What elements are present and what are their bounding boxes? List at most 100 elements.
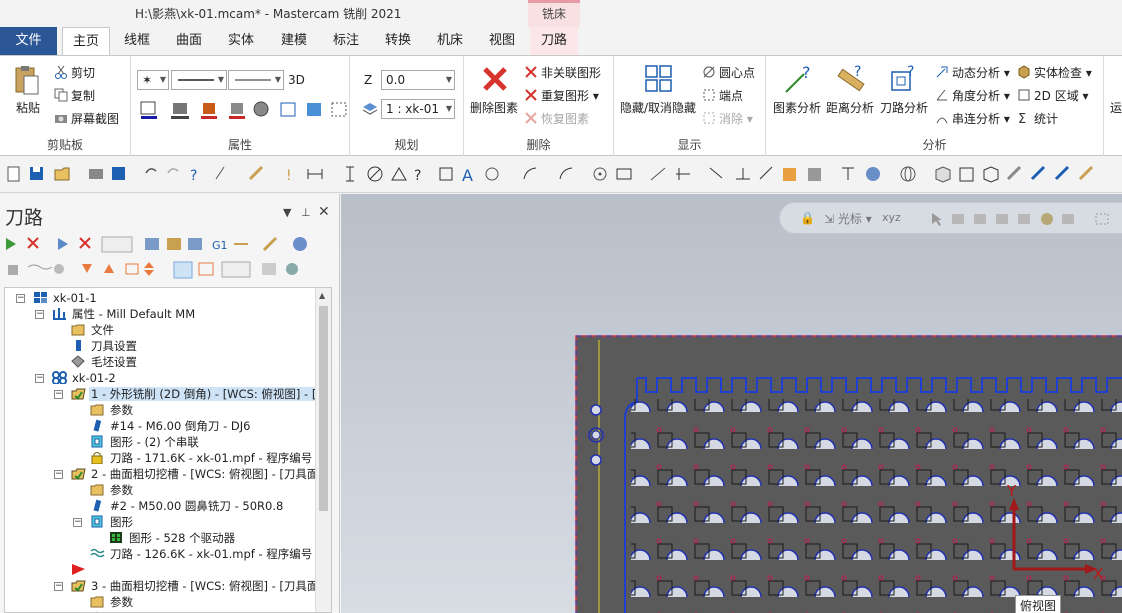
tree-item[interactable]: 属性 - Mill Default MM bbox=[52, 306, 197, 322]
delete-entities-button[interactable]: 删除图素 bbox=[470, 99, 518, 116]
lock-toolpath-icon bbox=[90, 451, 105, 465]
folder-icon bbox=[90, 403, 105, 416]
tree-collapse-icon[interactable]: − bbox=[73, 518, 82, 527]
tree-item[interactable]: 2 - 曲面粗切挖槽 - [WCS: 俯视图] - [刀具面: bbox=[71, 466, 324, 482]
level-select[interactable]: 1 : xk-01 ▼ bbox=[381, 99, 455, 119]
operation-icon bbox=[71, 579, 86, 592]
hide-unhide-button[interactable]: 隐藏/取消隐藏 bbox=[620, 99, 696, 116]
tab-home[interactable]: 主页 bbox=[62, 27, 110, 56]
tree-collapse-icon[interactable]: − bbox=[35, 310, 44, 319]
entity-analysis-icon[interactable]: ? bbox=[784, 63, 814, 94]
group-label-delete: 删除 bbox=[526, 138, 551, 152]
clear-button[interactable]: 消除 ▾ bbox=[702, 110, 753, 127]
tree-item-label: 参数 bbox=[110, 403, 133, 417]
delete-duplicate-button[interactable]: 重复图形 ▾ bbox=[524, 87, 599, 104]
tab-view[interactable]: 视图 bbox=[478, 27, 526, 55]
3d-toggle[interactable]: 3D bbox=[288, 73, 305, 87]
z-depth-input[interactable]: 0.0 ▼ bbox=[381, 70, 455, 90]
tree-item[interactable]: 参数 bbox=[90, 482, 135, 498]
tab-model-prep[interactable]: 建模 bbox=[270, 27, 318, 55]
svg-text:G1: G1 bbox=[212, 239, 228, 252]
tree-item[interactable]: 1 - 外形铣削 (2D 倒角) - [WCS: 俯视图] - [刀具面: bbox=[71, 386, 331, 402]
tab-surfaces[interactable]: 曲面 bbox=[165, 27, 213, 55]
tree-collapse-icon[interactable]: − bbox=[54, 582, 63, 591]
tree-item[interactable]: 刀具设置 bbox=[71, 338, 139, 354]
chain-analysis-button[interactable]: 串连分析 ▾ bbox=[935, 110, 1010, 127]
tree-collapse-icon[interactable]: − bbox=[54, 390, 63, 399]
screenshot-button[interactable]: 屏幕截图 bbox=[54, 110, 119, 127]
tree-item-label: 刀路 - 171.6K - xk-01.mpf - 程序编号 0 bbox=[110, 451, 324, 465]
tree-item-label: 图形 - 528 个驱动器 bbox=[129, 531, 236, 545]
area-2d-button[interactable]: 2D 区域 ▾ bbox=[1017, 87, 1089, 104]
tree-item[interactable]: xk-01-1 bbox=[33, 290, 99, 306]
statistics-button[interactable]: Σ 统计 bbox=[1017, 110, 1058, 127]
tree-item[interactable]: 图形 - (2) 个串联 bbox=[90, 434, 201, 450]
tree-item[interactable]: 参数 bbox=[90, 594, 135, 610]
tree-item[interactable]: 毛坯设置 bbox=[71, 354, 139, 370]
tree-item[interactable]: 刀路 - 171.6K - xk-01.mpf - 程序编号 0 bbox=[90, 450, 325, 466]
toolpaths-manager-panel: 刀路 ▼ ⊥ ✕ G1 xk-01-1 − 属性 - Mill Default … bbox=[0, 194, 340, 613]
nonassoc-label: 非关联图形 bbox=[541, 66, 602, 80]
panel-toolbar-row-1[interactable]: G1 bbox=[2, 234, 322, 256]
panel-menu-icon[interactable]: ▼ bbox=[283, 206, 291, 219]
endpoint-button[interactable]: 端点 bbox=[702, 87, 743, 104]
delete-x-icon[interactable] bbox=[480, 64, 510, 94]
tree-item[interactable]: 图形 bbox=[90, 514, 135, 530]
panel-toolbar-row-2[interactable] bbox=[2, 259, 322, 281]
angle-analysis-button[interactable]: 角度分析 ▾ bbox=[935, 87, 1010, 104]
tree-item[interactable]: xk-01-2 bbox=[52, 370, 118, 386]
folder-icon bbox=[71, 323, 86, 336]
tree-vertical-scrollbar[interactable]: ▲ bbox=[315, 288, 331, 612]
quick-toolbar-icons[interactable]: ? ! ? A bbox=[0, 157, 1122, 193]
paste-button[interactable]: 粘贴 bbox=[16, 99, 40, 116]
tree-collapse-icon[interactable]: − bbox=[54, 470, 63, 479]
tree-collapse-icon[interactable]: − bbox=[35, 374, 44, 383]
tab-transform[interactable]: 转换 bbox=[374, 27, 422, 55]
ribbon-overflow-label[interactable]: 运 bbox=[1110, 99, 1122, 116]
scroll-up-icon[interactable]: ▲ bbox=[319, 291, 325, 300]
delete-nonassoc-button[interactable]: 非关联图形 bbox=[524, 64, 601, 81]
hide-unhide-icon[interactable] bbox=[644, 64, 674, 94]
tree-item[interactable]: 刀路 - 126.6K - xk-01.mpf - 程序编号 0 bbox=[90, 546, 325, 562]
tree-item[interactable] bbox=[71, 562, 93, 578]
part-drawing[interactable]: Y X bbox=[341, 194, 1122, 613]
toolpath-file-icon bbox=[90, 547, 105, 560]
tree-item[interactable]: 参数 bbox=[90, 402, 135, 418]
tree-item[interactable]: #2 - M50.00 圆鼻铣刀 - 50R0.8 bbox=[90, 498, 285, 514]
close-icon[interactable]: ✕ bbox=[318, 204, 330, 220]
context-tab-mill[interactable]: 铣床 bbox=[528, 0, 580, 27]
paste-icon[interactable] bbox=[12, 64, 40, 96]
center-point-button[interactable]: 圆心点 bbox=[702, 64, 755, 81]
point-style-select[interactable]: ✶ ▼ bbox=[137, 70, 169, 90]
ruler-icon[interactable]: ? bbox=[836, 64, 866, 94]
pin-icon[interactable]: ⊥ bbox=[301, 206, 311, 219]
tab-machine[interactable]: 机床 bbox=[426, 27, 474, 55]
tab-solids[interactable]: 实体 bbox=[217, 27, 265, 55]
line-style-select[interactable]: ▼ bbox=[171, 70, 227, 90]
tree-item-label: 刀具设置 bbox=[91, 339, 137, 353]
cut-button[interactable]: 剪切 bbox=[54, 64, 95, 81]
toolpath-analysis-button[interactable]: 刀路分析 bbox=[880, 99, 928, 116]
machine-group-icon bbox=[33, 291, 48, 304]
tab-drafting[interactable]: 标注 bbox=[322, 27, 370, 55]
tree-item[interactable]: 图形 - 528 个驱动器 bbox=[109, 530, 237, 546]
restore-entities-button[interactable]: 恢复图素 bbox=[524, 110, 589, 127]
distance-analysis-button[interactable]: 距离分析 bbox=[826, 99, 874, 116]
tree-item[interactable]: 3 - 曲面粗切挖槽 - [WCS: 俯视图] - [刀具面: bbox=[71, 578, 324, 594]
tab-file[interactable]: 文件 bbox=[0, 27, 57, 55]
tab-wireframe[interactable]: 线框 bbox=[113, 27, 161, 55]
tree-collapse-icon[interactable]: − bbox=[16, 294, 25, 303]
tree-item[interactable]: 文件 bbox=[71, 322, 116, 338]
graphics-viewport[interactable]: 🔒 ⇲ 光标 ▾ xyz Y X 俯视图 bbox=[341, 194, 1122, 613]
dynamic-analysis-button[interactable]: 动态分析 ▾ bbox=[935, 64, 1010, 81]
tree-item[interactable]: #14 - M6.00 倒角刀 - DJ6 bbox=[90, 418, 252, 434]
entity-analysis-button[interactable]: 图素分析 bbox=[773, 99, 821, 116]
solid-check-button[interactable]: 实体检查 ▾ bbox=[1017, 64, 1092, 81]
tab-toolpaths[interactable]: 刀路 bbox=[530, 27, 578, 55]
scrollbar-thumb[interactable] bbox=[319, 306, 328, 511]
toolpath-analysis-icon[interactable]: ? bbox=[888, 64, 918, 94]
line-width-select[interactable]: ▼ bbox=[228, 70, 284, 90]
copy-button[interactable]: 复制 bbox=[54, 87, 95, 104]
area-2d-icon bbox=[1017, 88, 1031, 102]
dropdown-arrow-icon: ▼ bbox=[445, 104, 452, 113]
